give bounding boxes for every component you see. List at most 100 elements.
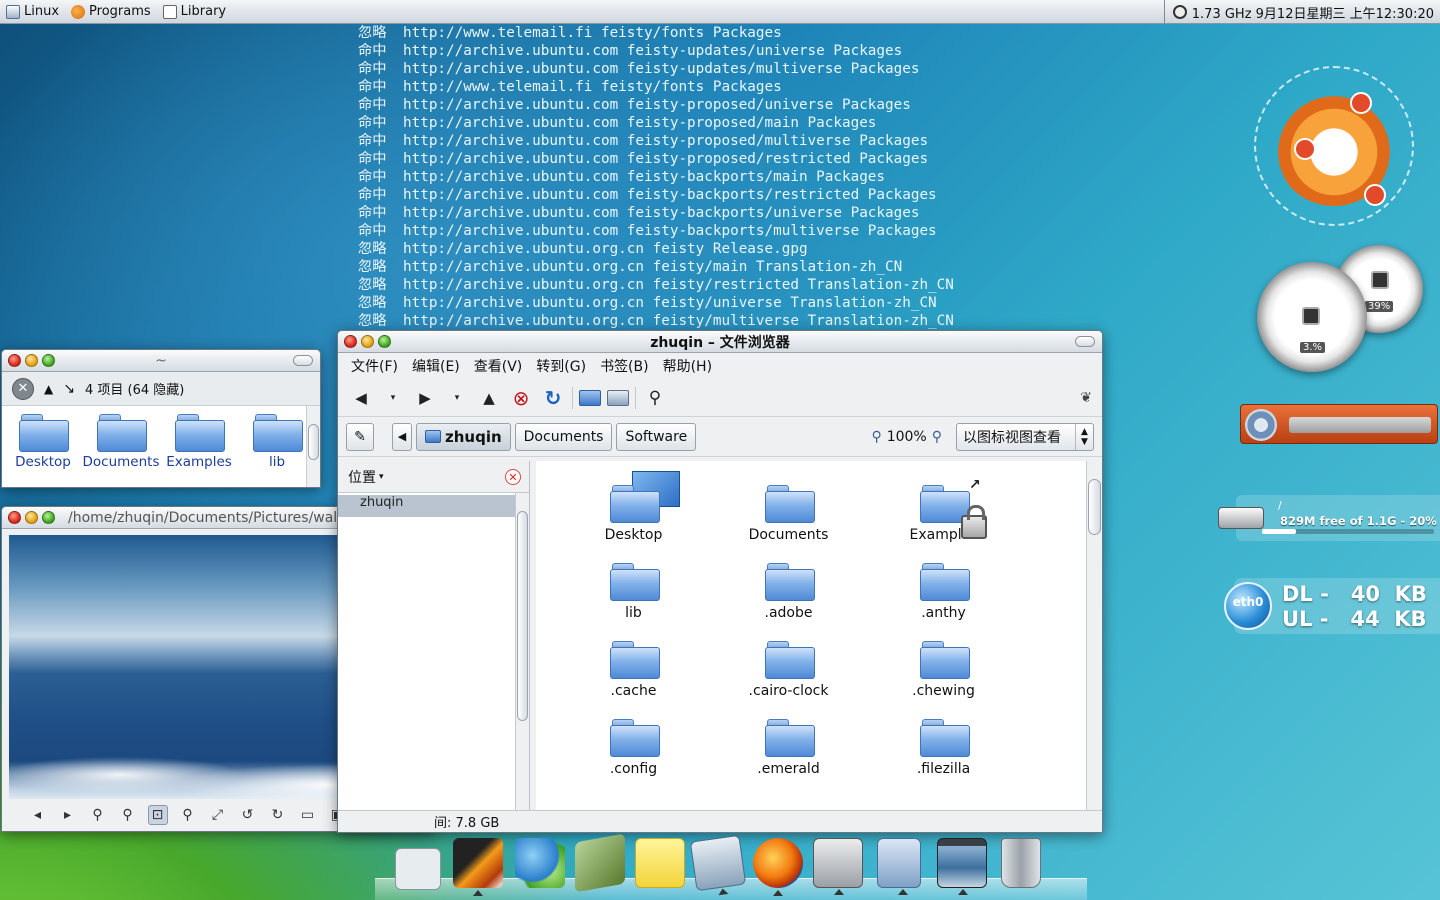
terminal-line: 命中 http://archive.ubuntu.com feisty-backp… [358, 222, 998, 240]
disk-widget[interactable]: / 829M free of 1.1G - 20% [1218, 495, 1440, 541]
minimize-button[interactable] [361, 335, 374, 348]
line-text: http://archive.ubuntu.org.cn feisty/mult… [403, 313, 954, 329]
up-icon[interactable]: ▲ [476, 385, 502, 411]
file-item-dot-emerald[interactable]: .emerald [711, 703, 866, 781]
file-item-lib[interactable]: lib [556, 547, 711, 625]
cpu-freq-icon[interactable] [1172, 5, 1187, 19]
zoom-normal-icon[interactable]: ⚲ [178, 805, 198, 825]
image-viewer-icon[interactable] [937, 838, 987, 895]
side-pane: 位置 ▾ ✕ zhuqin [338, 461, 530, 810]
menu-go[interactable]: 转到(G) [529, 356, 593, 376]
side-pane-header[interactable]: 位置 ▾ [338, 461, 529, 493]
terminal-line: 命中 http://archive.ubuntu.com feisty-backp… [358, 204, 998, 222]
file-item-dot-filezilla[interactable]: .filezilla [866, 703, 1021, 781]
maximize-button[interactable] [378, 335, 391, 348]
set-wallpaper-icon[interactable]: ▭ [298, 805, 318, 825]
previous-icon[interactable]: ◂ [28, 805, 48, 825]
chevron-left-icon[interactable]: ◀ [392, 422, 412, 451]
terminal-icon[interactable] [813, 838, 863, 895]
file-item-dot-config[interactable]: .config [556, 703, 711, 781]
folder-documents[interactable]: Documents [83, 414, 160, 487]
close-button[interactable] [8, 354, 21, 367]
panel-clock[interactable]: 1.73 GHz 9月12日星期三 上午12:30:20 [1192, 3, 1434, 22]
zoom-out-icon[interactable]: ⚲ [118, 805, 138, 825]
file-item-documents[interactable]: Documents [711, 469, 866, 547]
menu-help[interactable]: 帮助(H) [656, 356, 719, 376]
zoom-fit-icon[interactable]: ⊡ [147, 805, 168, 825]
folder-lib[interactable]: lib [244, 414, 310, 487]
programs-menu[interactable]: Programs [65, 0, 157, 24]
file-item-dot-cache[interactable]: .cache [556, 625, 711, 703]
pencil-icon[interactable]: ✎ [346, 422, 374, 451]
titlebar[interactable]: ~ [2, 350, 320, 372]
file-item-dot-anthy[interactable]: .anthy [866, 547, 1021, 625]
file-item-desktop[interactable]: Desktop [556, 469, 711, 547]
folder-icon [253, 414, 303, 452]
menu-file[interactable]: 文件(F) [344, 356, 405, 376]
breadcrumb-zhuqin[interactable]: zhuqin [416, 422, 511, 451]
fullscreen-icon[interactable]: ⤢ [208, 805, 228, 825]
trash-icon[interactable] [1001, 838, 1041, 888]
vertical-scrollbar[interactable] [1086, 461, 1102, 810]
shade-button[interactable] [293, 355, 313, 366]
close-icon[interactable]: ✕ [505, 469, 521, 485]
network-widget[interactable]: eth0 DL - 40 KB UL - 44 KB [1224, 578, 1440, 634]
memory-icon [1371, 271, 1389, 289]
library-menu[interactable]: Library [157, 0, 232, 24]
photo-viewer-icon[interactable] [689, 834, 747, 896]
reload-icon[interactable]: ↻ [540, 385, 566, 411]
folder-examples[interactable]: Examples [166, 414, 232, 487]
file-cabinet-icon[interactable] [877, 838, 921, 895]
messenger-icon[interactable] [515, 838, 565, 888]
search-icon[interactable]: ⚲ [642, 385, 668, 411]
firefox-icon[interactable] [753, 838, 803, 896]
up-arrow-icon[interactable]: ▲ [44, 382, 53, 396]
matlab-icon[interactable] [453, 838, 503, 896]
minimize-button[interactable] [25, 511, 38, 524]
linux-menu[interactable]: Linux [0, 0, 65, 24]
sticky-notes-icon[interactable] [635, 838, 685, 888]
maximize-button[interactable] [42, 511, 55, 524]
stop-icon[interactable]: ⊗ [508, 385, 534, 411]
file-item-dot-cairo-clock[interactable]: .cairo-clock [711, 625, 866, 703]
back-dropdown-icon[interactable]: ▾ [380, 385, 406, 411]
rotate-left-icon[interactable]: ↺ [238, 805, 258, 825]
close-button[interactable] [8, 511, 21, 524]
back-icon[interactable]: ◀ [348, 385, 374, 411]
shade-button[interactable] [1075, 336, 1095, 347]
zoom-in-icon[interactable]: ⚲ [932, 429, 942, 445]
forward-icon[interactable]: ▶ [412, 385, 438, 411]
maximize-button[interactable] [42, 354, 55, 367]
minimize-button[interactable] [25, 354, 38, 367]
view-mode-select[interactable]: 以图标视图查看 ▲ ▼ [956, 422, 1094, 451]
close-button[interactable] [344, 335, 357, 348]
menu-bookmarks[interactable]: 书签(B) [593, 356, 656, 376]
close-icon[interactable]: ✕ [12, 377, 34, 400]
home-icon[interactable] [579, 389, 601, 406]
file-item-dot-adobe[interactable]: .adobe [711, 547, 866, 625]
line-status: 命中 [358, 133, 387, 149]
forward-dropdown-icon[interactable]: ▾ [444, 385, 470, 411]
books-icon[interactable] [575, 833, 625, 893]
file-item-examples[interactable]: ↗ Examples [866, 469, 1021, 547]
next-icon[interactable]: ▸ [58, 805, 78, 825]
computer-icon[interactable] [607, 389, 629, 406]
tree-item[interactable]: zhuqin [338, 495, 529, 517]
cpu-gauge[interactable]: 3.% [1257, 262, 1367, 372]
rotate-right-icon[interactable]: ↻ [268, 805, 288, 825]
vertical-scrollbar[interactable] [306, 406, 320, 487]
file-item-dot-chewing[interactable]: .chewing [866, 625, 1021, 703]
menu-view[interactable]: 查看(V) [467, 356, 530, 376]
menu-edit[interactable]: 编辑(E) [405, 356, 467, 376]
breadcrumb-software[interactable]: Software [616, 422, 697, 451]
zoom-out-icon[interactable]: ⚲ [871, 429, 881, 445]
folder-desktop[interactable]: Desktop [10, 414, 76, 487]
progress-widget[interactable] [1240, 404, 1438, 444]
workspace-switcher-icon[interactable] [395, 848, 441, 890]
vertical-scrollbar[interactable] [515, 493, 529, 810]
ubuntu-clock-widget[interactable] [1254, 66, 1422, 228]
titlebar[interactable]: zhuqin – 文件浏览器 [338, 331, 1102, 353]
zoom-level[interactable]: 100% [887, 429, 927, 445]
zoom-in-icon[interactable]: ⚲ [88, 805, 108, 825]
breadcrumb-documents[interactable]: Documents [514, 422, 613, 451]
